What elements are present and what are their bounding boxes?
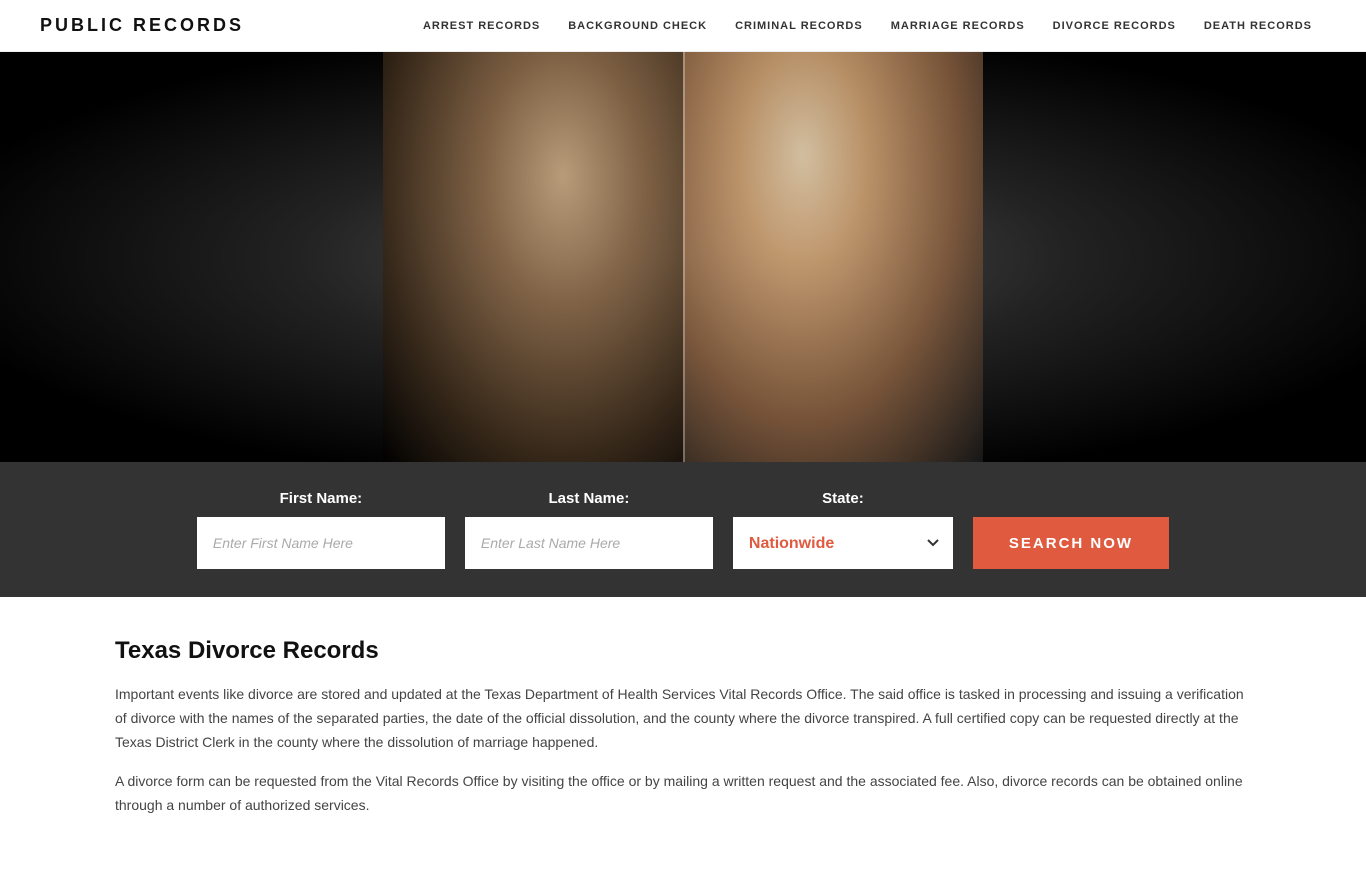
first-name-group: First Name: [197,490,445,569]
last-name-label: Last Name: [465,490,713,507]
search-bar: First Name: Last Name: State: Nationwide… [0,462,1366,597]
nav-criminal-records[interactable]: CRIMINAL RECORDS [721,0,877,52]
page-title: Texas Divorce Records [115,637,1251,665]
person-right-figure [683,52,983,462]
first-name-label: First Name: [197,490,445,507]
site-header: PUBLIC RECORDS ARREST RECORDS BACKGROUND… [0,0,1366,52]
last-name-input[interactable] [465,517,713,569]
state-label: State: [733,490,953,507]
main-content: Texas Divorce Records Important events l… [0,597,1366,874]
state-select[interactable]: Nationwide Alabama Alaska Arizona Arkans… [733,517,953,569]
site-logo[interactable]: PUBLIC RECORDS [40,15,244,36]
last-name-group: Last Name: [465,490,713,569]
hero-section [0,52,1366,462]
nav-arrest-records[interactable]: ARREST RECORDS [409,0,554,52]
search-now-button[interactable]: SEARCH NOW [973,517,1169,569]
nav-divorce-records[interactable]: DIVORCE RECORDS [1039,0,1190,52]
paragraph-1: Important events like divorce are stored… [115,683,1251,754]
nav-death-records[interactable]: DEATH RECORDS [1190,0,1326,52]
hero-background [0,52,1366,462]
state-wrapper: Nationwide Alabama Alaska Arizona Arkans… [733,517,953,569]
hero-divider [683,52,685,462]
nav-marriage-records[interactable]: MARRIAGE RECORDS [877,0,1039,52]
main-nav: ARREST RECORDS BACKGROUND CHECK CRIMINAL… [409,0,1326,52]
state-group: State: Nationwide Alabama Alaska Arizona… [733,490,953,569]
first-name-input[interactable] [197,517,445,569]
paragraph-2: A divorce form can be requested from the… [115,770,1251,818]
person-left-figure [383,52,683,462]
nav-background-check[interactable]: BACKGROUND CHECK [554,0,721,52]
